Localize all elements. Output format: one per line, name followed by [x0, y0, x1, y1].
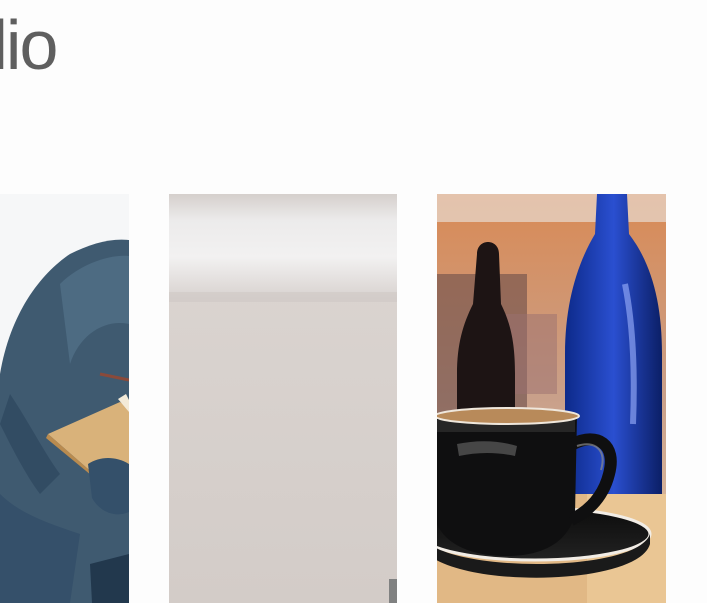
portfolio-item-reader[interactable]	[0, 194, 129, 603]
person-reading-book-photo	[0, 194, 129, 603]
portfolio-page: folio	[0, 0, 707, 603]
blurred-wall-photo	[169, 194, 397, 603]
portfolio-item-coffee[interactable]	[437, 194, 666, 603]
page-title: folio	[0, 6, 58, 84]
portfolio-item-wall[interactable]	[169, 194, 397, 603]
coffee-cup-and-blue-bottle-photo	[437, 194, 666, 603]
